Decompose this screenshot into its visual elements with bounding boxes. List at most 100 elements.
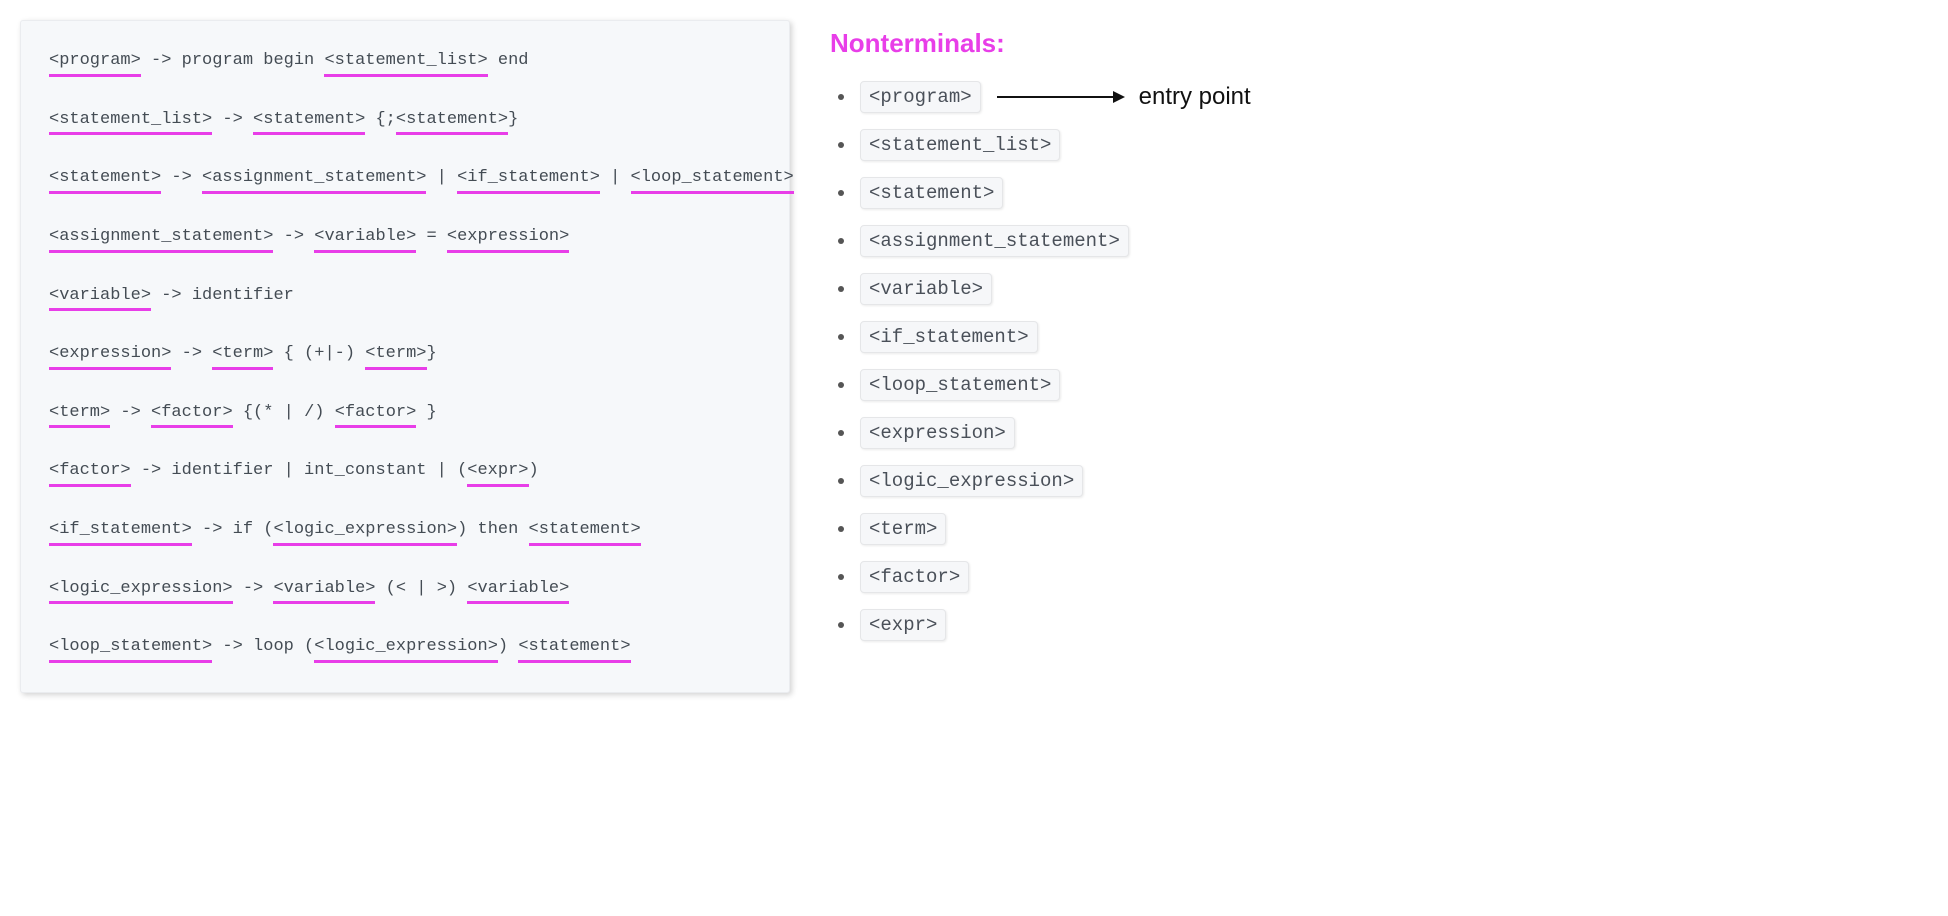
nonterminal-tag: <statement> [860,177,1003,209]
nonterminal-token: <assignment_statement> [49,225,273,253]
grammar-rule: <assignment_statement> -> <variable> = <… [49,217,761,258]
literal-token: = [416,227,447,246]
nonterminals-panel: Nonterminals: <program>entry point <state… [830,20,1251,649]
nonterminal-token: <if_statement> [49,518,192,546]
nonterminal-token: <statement> [49,166,161,194]
nonterminal-token: <variable> [49,284,151,312]
grammar-rule: <variable> -> identifier [49,276,761,317]
literal-token: } [416,403,436,422]
list-item: <if_statement> [856,313,1251,361]
list-item-row: <variable> [860,273,1251,305]
nonterminal-token: <statement_list> [49,108,212,136]
page-container: <program> -> program begin <statement_li… [20,20,1928,693]
literal-token: ) [529,461,539,480]
grammar-rule: <expression> -> <term> { (+|-) <term>} [49,334,761,375]
nonterminal-token: <term> [212,342,273,370]
list-item-row: <statement_list> [860,129,1251,161]
list-item-row: <assignment_statement> [860,225,1251,257]
literal-token: -> program begin [141,51,325,70]
nonterminal-tag: <expr> [860,609,946,641]
grammar-rule: <logic_expression> -> <variable> (< | >)… [49,569,761,610]
literal-token: } [508,110,518,129]
list-item-row: <statement> [860,177,1251,209]
nonterminal-tag: <program> [860,81,981,113]
literal-token: -> identifier [151,286,294,305]
grammar-rule: <statement> -> <assignment_statement> | … [49,158,761,199]
nonterminal-tag: <statement_list> [860,129,1060,161]
nonterminal-token: <statement> [529,518,641,546]
literal-token: -> [212,110,253,129]
grammar-rule: <if_statement> -> if (<logic_expression>… [49,510,761,551]
nonterminal-token: <expr> [467,459,528,487]
nonterminal-token: <variable> [467,577,569,605]
nonterminal-token: <factor> [49,459,131,487]
nonterminal-token: <assignment_statement> [202,166,426,194]
literal-token: -> [110,403,151,422]
literal-token: -> [171,344,212,363]
nonterminal-tag: <if_statement> [860,321,1038,353]
nonterminal-token: <statement> [518,635,630,663]
nonterminal-token: <expression> [49,342,171,370]
nonterminal-token: <program> [49,49,141,77]
list-item-row: <logic_expression> [860,465,1251,497]
nonterminal-token: <logic_expression> [314,635,498,663]
literal-token: -> [233,579,274,598]
list-item: <logic_expression> [856,457,1251,505]
literal-token: -> [161,168,202,187]
nonterminal-tag: <loop_statement> [860,369,1060,401]
arrow-right-icon [995,89,1125,105]
nonterminal-token: <if_statement> [457,166,600,194]
literal-token: ) [498,637,518,656]
nonterminal-token: <factor> [335,401,417,429]
nonterminal-token: <statement_list> [324,49,487,77]
list-item: <statement> [856,169,1251,217]
list-item: <factor> [856,553,1251,601]
list-item-row: <expr> [860,609,1251,641]
nonterminal-token: <logic_expression> [49,577,233,605]
literal-token: ) then [457,520,528,539]
literal-token: -> identifier | int_constant | ( [131,461,468,480]
list-item-row: <term> [860,513,1251,545]
list-item: <expr> [856,601,1251,649]
nonterminal-token: <term> [49,401,110,429]
list-item: <statement_list> [856,121,1251,169]
grammar-code-block: <program> -> program begin <statement_li… [20,20,790,693]
nonterminal-token: <statement> [396,108,508,136]
grammar-rule: <program> -> program begin <statement_li… [49,41,761,82]
nonterminal-token: <term> [365,342,426,370]
grammar-rule: <factor> -> identifier | int_constant | … [49,451,761,492]
nonterminal-token: <variable> [314,225,416,253]
literal-token: {; [365,110,396,129]
nonterminal-token: <logic_expression> [273,518,457,546]
nonterminal-tag: <variable> [860,273,992,305]
nonterminal-tag: <expression> [860,417,1015,449]
grammar-rule: <term> -> <factor> {(* | /) <factor> } [49,393,761,434]
list-item-row: <loop_statement> [860,369,1251,401]
nonterminal-token: <variable> [273,577,375,605]
nonterminal-tag: <assignment_statement> [860,225,1129,257]
nonterminal-token: <expression> [447,225,569,253]
nonterminal-token: <statement> [253,108,365,136]
nonterminal-token: <factor> [151,401,233,429]
nonterminal-tag: <factor> [860,561,969,593]
grammar-rule: <loop_statement> -> loop (<logic_express… [49,627,761,668]
literal-token: } [427,344,437,363]
literal-token: -> loop ( [212,637,314,656]
literal-token: end [488,51,529,70]
list-item-row: <if_statement> [860,321,1251,353]
nonterminal-token: <loop_statement> [49,635,212,663]
nonterminal-token: <loop_statement> [631,166,794,194]
nonterminal-tag: <logic_expression> [860,465,1083,497]
literal-token: (< | >) [375,579,467,598]
nonterminals-list: <program>entry point <statement_list> <sta… [830,73,1251,649]
literal-token: { (+|-) [273,344,365,363]
literal-token: | [426,168,457,187]
list-item: <loop_statement> [856,361,1251,409]
literal-token: | [600,168,631,187]
literal-token: -> if ( [192,520,274,539]
literal-token: {(* | /) [233,403,335,422]
list-item-row: <program>entry point [860,81,1251,113]
nonterminals-heading: Nonterminals: [830,28,1251,59]
literal-token: -> [273,227,314,246]
list-item: <expression> [856,409,1251,457]
